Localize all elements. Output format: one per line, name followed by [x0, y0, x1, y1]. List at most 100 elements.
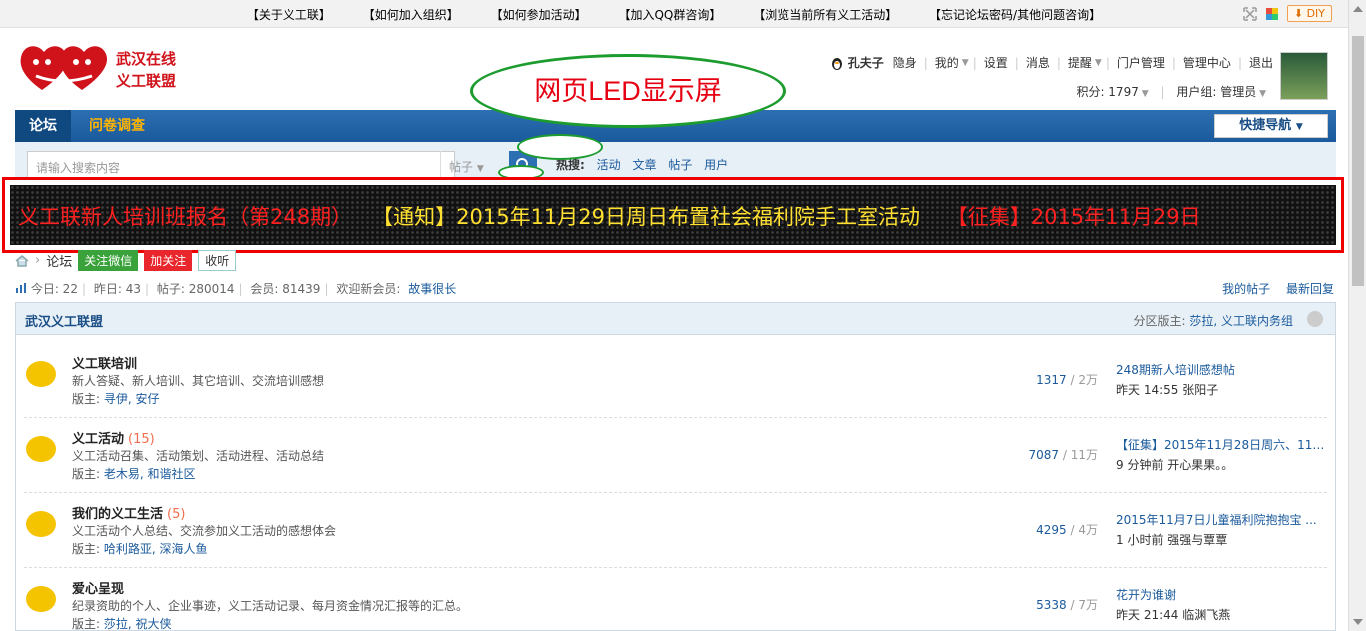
tab-survey[interactable]: 问卷调查	[75, 110, 159, 142]
led-segment[interactable]: 【征集】2015年11月29日	[947, 205, 1201, 229]
scroll-down-icon[interactable]	[1353, 619, 1363, 625]
diy-label: DIY	[1306, 7, 1325, 20]
my-menu[interactable]: 我的	[935, 54, 959, 71]
my-posts-link[interactable]: 我的帖子	[1222, 282, 1270, 296]
collapse-icon[interactable]	[1307, 311, 1323, 327]
speech-bubble-icon	[26, 586, 56, 612]
link-about[interactable]: 【关于义工联】	[247, 6, 331, 23]
forum-name[interactable]: 义工联培训	[72, 353, 137, 372]
top-link-bar: 【关于义工联】 【如何加入组织】 【如何参加活动】 【加入QQ群咨询】 【浏览当…	[0, 0, 1348, 28]
home-icon[interactable]	[15, 254, 29, 267]
forum-section: 武汉义工联盟 分区版主: 莎拉, 义工联内务组 义工联培训 新人答疑、新人培训、…	[15, 302, 1336, 631]
last-post-title[interactable]: 花开为谁谢	[1116, 586, 1326, 603]
last-post-meta[interactable]: 9 分钟前 开心果果。。	[1116, 456, 1326, 473]
color-theme-icon[interactable]	[1265, 7, 1279, 21]
link-qq-group[interactable]: 【加入QQ群咨询】	[618, 6, 721, 23]
portal-admin-link[interactable]: 门户管理	[1117, 54, 1165, 71]
post-total: 7万	[1078, 598, 1098, 612]
wechat-follow-button[interactable]: 关注微信	[78, 250, 139, 271]
mods-list[interactable]: 哈利路亚, 深海人鱼	[104, 542, 208, 556]
forum-counts: 7087 / 11万	[984, 446, 1099, 463]
last-post-title[interactable]: 248期新人培训感想帖	[1116, 361, 1326, 378]
admin-center-link[interactable]: 管理中心	[1183, 54, 1231, 71]
site-logo[interactable]: 武汉在线 义工联盟	[16, 40, 188, 96]
section-mods-list[interactable]: 莎拉, 义工联内务组	[1189, 314, 1293, 328]
quick-nav-button[interactable]: 快捷导航 ▼	[1214, 114, 1328, 138]
thread-count: 4295	[1036, 523, 1067, 537]
stat-yesterday: 昨日: 43	[93, 282, 141, 296]
weibo-follow-button[interactable]: 加关注	[144, 250, 193, 271]
forum-counts: 1317 / 2万	[984, 371, 1098, 388]
hot-search-item[interactable]: 用户	[704, 158, 728, 172]
mods-label: 版主:	[72, 392, 101, 406]
hot-search-label: 热搜:	[556, 158, 585, 172]
listen-button[interactable]: 收听	[198, 250, 237, 271]
scroll-up-icon[interactable]	[1353, 6, 1363, 12]
heart-logo-icon	[20, 46, 107, 90]
diy-button[interactable]: ⬇ DIY	[1286, 5, 1332, 22]
breadcrumb: › 论坛 关注微信 加关注 收听	[15, 250, 237, 271]
speech-bubble-icon	[26, 361, 56, 387]
last-post-meta[interactable]: 昨天 21:44 临渊飞燕	[1116, 606, 1326, 623]
logout-link[interactable]: 退出	[1249, 54, 1273, 71]
fullscreen-icon[interactable]	[1243, 6, 1257, 21]
link-password-help[interactable]: 【忘记论坛密码/其他问题咨询】	[929, 6, 1101, 23]
hot-search-item[interactable]: 帖子	[668, 158, 692, 172]
page-scrollbar[interactable]	[1348, 0, 1366, 631]
top-links: 【关于义工联】 【如何加入组织】 【如何参加活动】 【加入QQ群咨询】 【浏览当…	[0, 6, 1348, 23]
user-info: 积分: 1797 ▼ | 用户组: 管理员 ▼	[1076, 85, 1266, 99]
link-join[interactable]: 【如何加入组织】	[363, 6, 459, 23]
last-post-meta[interactable]: 昨天 14:55 张阳子	[1116, 381, 1326, 398]
section-title[interactable]: 武汉义工联盟	[25, 311, 103, 330]
section-mods-label: 分区版主:	[1133, 314, 1186, 328]
annotation-text: 网页LED显示屏	[534, 76, 722, 106]
stat-members: 会员: 81439	[250, 282, 321, 296]
latest-replies-link[interactable]: 最新回复	[1286, 282, 1334, 296]
hot-search-item[interactable]: 活动	[597, 158, 621, 172]
forum-title[interactable]: 义工联培训	[72, 357, 137, 372]
new-member-link[interactable]: 故事很长	[408, 282, 456, 296]
user-menu: 孔夫子 隐身 | 我的 ▼ | 设置 | 消息 | 提醒 ▼ | 门户管理 | 管理中心 | 退出	[830, 54, 1276, 71]
forum-title[interactable]: 义工活动	[72, 432, 124, 447]
credits[interactable]: 积分: 1797	[1076, 85, 1138, 99]
settings-link[interactable]: 设置	[984, 54, 1008, 71]
forum-moderators: 版主: 莎拉, 祝大侠	[72, 615, 172, 631]
forum-name[interactable]: 义工活动 (15)	[72, 428, 155, 447]
forum-description: 义工活动召集、活动策划、活动进程、活动总结	[72, 449, 325, 463]
messages-link[interactable]: 消息	[1026, 54, 1050, 71]
led-marquee: 义工联新人培训班报名（第248期） 【通知】2015年11月29日周日布置社会福…	[18, 201, 1201, 231]
forum-title[interactable]: 爱心呈现	[72, 582, 124, 597]
forum-name[interactable]: 我们的义工生活 (5)	[72, 503, 185, 522]
led-segment[interactable]: 【通知】2015年11月29日周日布置社会福利院手工室活动	[372, 205, 920, 229]
section-header: 武汉义工联盟 分区版主: 莎拉, 义工联内务组	[16, 303, 1335, 335]
avatar[interactable]	[1280, 52, 1328, 100]
forum-title[interactable]: 我们的义工生活	[72, 507, 163, 522]
notifications-link[interactable]: 提醒	[1068, 54, 1092, 71]
post-total: 4万	[1078, 523, 1098, 537]
mods-list[interactable]: 寻伊, 安仔	[104, 392, 160, 406]
forum-moderators: 版主: 哈利路亚, 深海人鱼	[72, 540, 208, 557]
last-post-meta[interactable]: 1 小时前 强强与覃覃	[1116, 531, 1326, 548]
mods-list[interactable]: 莎拉, 祝大侠	[104, 617, 172, 631]
forum-description: 义工活动个人总结、交流参加义工活动的感想体会	[72, 524, 337, 538]
mods-list[interactable]: 老木易, 和谐社区	[104, 467, 196, 481]
thread-count: 7087	[1028, 448, 1060, 462]
breadcrumb-current[interactable]: 论坛	[46, 251, 72, 270]
username[interactable]: 孔夫子	[848, 54, 884, 71]
mods-label: 版主:	[72, 617, 101, 631]
last-post-title[interactable]: 2015年11月7日儿童福利院抱抱宝 ...	[1116, 511, 1326, 528]
forum-row: 我们的义工生活 (5) 义工活动个人总结、交流参加义工活动的感想体会 版主: 哈利…	[24, 493, 1327, 568]
forum-name[interactable]: 爱心呈现	[72, 578, 124, 597]
hot-search-item[interactable]: 文章	[632, 158, 656, 172]
forum-counts: 4295 / 4万	[984, 521, 1098, 538]
link-all-activities[interactable]: 【浏览当前所有义工活动】	[753, 6, 897, 23]
led-segment[interactable]: 义工联新人培训班报名（第248期）	[18, 205, 352, 229]
tab-forum[interactable]: 论坛	[15, 110, 71, 142]
invisible-toggle[interactable]: 隐身	[893, 54, 917, 71]
scrollbar-thumb[interactable]	[1352, 36, 1364, 286]
user-group[interactable]: 用户组: 管理员	[1176, 85, 1256, 99]
link-participate[interactable]: 【如何参加活动】	[491, 6, 587, 23]
last-post-title[interactable]: 【征集】2015年11月28日周六、11 ...	[1116, 436, 1326, 453]
stats-icon	[16, 283, 26, 293]
weibo-label: 加关注	[150, 254, 187, 268]
